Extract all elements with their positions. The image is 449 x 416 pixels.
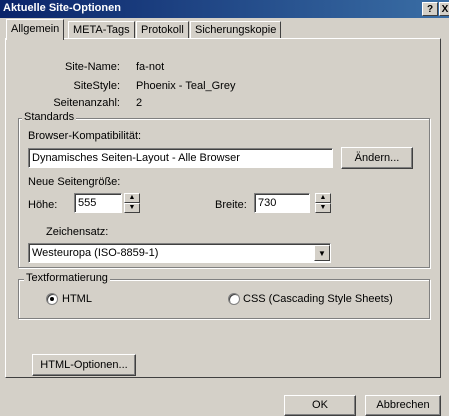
cancel-button[interactable]: Abbrechen bbox=[365, 395, 441, 416]
ok-button[interactable]: OK bbox=[284, 395, 356, 416]
tab-sicherungskopie[interactable]: Sicherungskopie bbox=[190, 21, 282, 39]
tab-meta-tags[interactable]: META-Tags bbox=[68, 21, 135, 39]
tab-protokoll[interactable]: Protokoll bbox=[136, 21, 189, 39]
help-button[interactable]: ? bbox=[422, 2, 438, 16]
close-button[interactable]: X bbox=[439, 2, 449, 16]
title-bar: Aktuelle Site-Optionen ? X bbox=[0, 0, 449, 18]
window-title: Aktuelle Site-Optionen bbox=[3, 2, 121, 14]
tab-allgemein[interactable]: Allgemein bbox=[6, 19, 65, 40]
tab-panel-allgemein bbox=[5, 38, 441, 378]
